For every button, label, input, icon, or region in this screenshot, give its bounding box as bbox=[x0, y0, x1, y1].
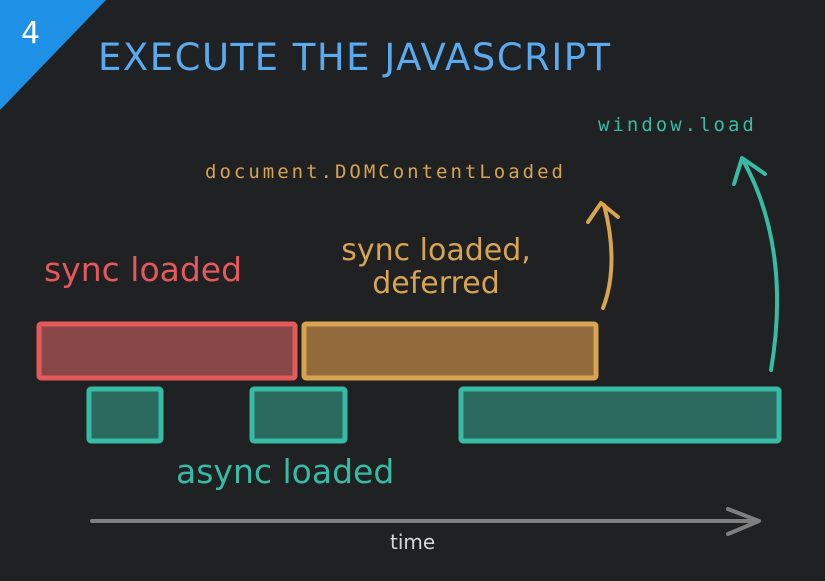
sync-deferred-line2: deferred bbox=[372, 266, 500, 301]
time-axis-label: time bbox=[390, 530, 436, 554]
sync-loaded-label: sync loaded bbox=[44, 250, 243, 289]
async-bar-2 bbox=[249, 386, 348, 444]
async-bar-3 bbox=[458, 386, 782, 444]
window-load-label: window.load bbox=[598, 114, 757, 136]
sync-bar bbox=[36, 321, 298, 381]
async-bar-1 bbox=[86, 386, 164, 444]
dom-arrow-icon bbox=[586, 201, 620, 310]
step-badge bbox=[0, 0, 106, 110]
dom-content-loaded-label: document.DOMContentLoaded bbox=[205, 161, 566, 183]
deferred-bar bbox=[301, 321, 599, 381]
page-title: EXECUTE THE JAVASCRIPT bbox=[98, 36, 612, 79]
load-arrow-icon bbox=[732, 156, 780, 372]
step-number: 4 bbox=[21, 16, 41, 51]
sync-deferred-line1: sync loaded, bbox=[341, 233, 531, 268]
diagram-canvas: 4 EXECUTE THE JAVASCRIPT window.load doc… bbox=[0, 0, 825, 581]
sync-deferred-label: sync loaded, deferred bbox=[322, 234, 550, 300]
async-loaded-label: async loaded bbox=[176, 452, 395, 491]
